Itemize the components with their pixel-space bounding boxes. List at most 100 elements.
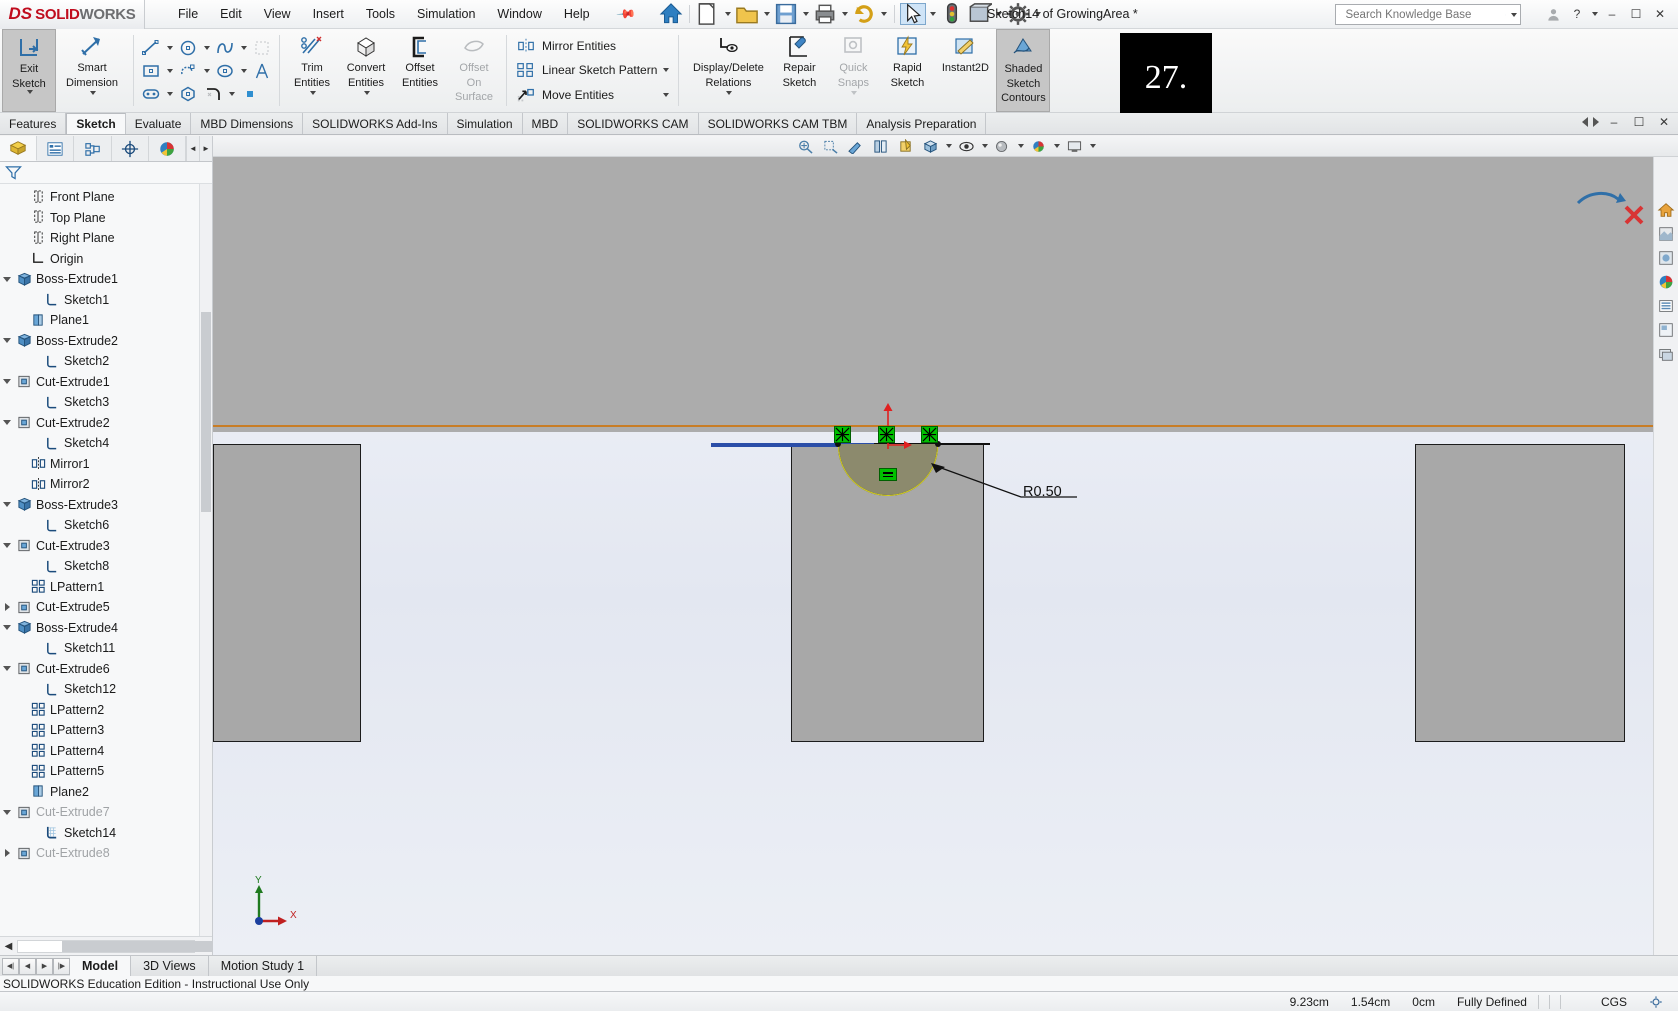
tree-node-right plane[interactable]: Right Plane — [0, 228, 212, 249]
straight-slot-dropdown[interactable] — [164, 83, 175, 105]
maximize-icon[interactable]: ☐ — [1626, 4, 1646, 24]
hide-show-dropdown[interactable] — [980, 137, 990, 156]
smart-dimension-dropdown[interactable] — [89, 91, 96, 109]
menu-tools[interactable]: Tools — [355, 3, 406, 25]
tree-node-boss-extrude2[interactable]: Boss-Extrude2 — [0, 331, 212, 352]
custom-views-icon[interactable] — [1656, 319, 1677, 340]
circle-icon[interactable] — [176, 37, 200, 59]
exit-sketch-dropdown[interactable] — [26, 90, 33, 108]
open-document-icon[interactable] — [734, 3, 760, 25]
trim-entities-dropdown[interactable] — [309, 91, 316, 109]
first-record-icon[interactable]: ◀| — [2, 957, 19, 975]
filter-funnel-icon[interactable] — [5, 165, 22, 181]
tree-node-sketch6[interactable]: Sketch6 — [0, 515, 212, 536]
fm-collapse-left-icon[interactable]: ◄ — [186, 136, 199, 161]
spline-icon[interactable] — [213, 37, 237, 59]
chevron-down-icon[interactable] — [0, 276, 14, 282]
tree-node-mirror2[interactable]: Mirror2 — [0, 474, 212, 495]
display-style-dropdown[interactable] — [944, 137, 954, 156]
select-arrow-icon[interactable] — [900, 3, 927, 25]
hscroll-track[interactable] — [17, 939, 327, 953]
section-view-icon[interactable] — [869, 137, 893, 156]
chevron-down-icon[interactable] — [0, 338, 14, 344]
shaded-sketch-contours-button[interactable]: Shaded Sketch Contours — [996, 29, 1051, 112]
tree-node-lpattern4[interactable]: LPattern4 — [0, 741, 212, 762]
exit-sketch-button[interactable]: Exit Sketch — [2, 29, 56, 112]
ellipse-icon[interactable] — [213, 60, 237, 82]
tree-node-plane2[interactable]: Plane2 — [0, 782, 212, 803]
tree-node-cut-extrude6[interactable]: Cut-Extrude6 — [0, 659, 212, 680]
view-home-icon[interactable] — [1656, 199, 1677, 220]
tree-node-boss-extrude3[interactable]: Boss-Extrude3 — [0, 495, 212, 516]
print-icon[interactable] — [812, 3, 838, 25]
tree-node-boss-extrude4[interactable]: Boss-Extrude4 — [0, 618, 212, 639]
bottom-tab-motion-study-1[interactable]: Motion Study 1 — [209, 956, 318, 976]
repair-sketch-button[interactable]: Repair Sketch — [772, 29, 826, 112]
tree-node-cut-extrude3[interactable]: Cut-Extrude3 — [0, 536, 212, 557]
display-manager-tab[interactable] — [149, 136, 187, 161]
feature-tree[interactable]: Front Plane Top Plane Right Plane Origin Bos… — [0, 184, 212, 936]
slot-arc-icon[interactable] — [176, 60, 200, 82]
select-dropdown[interactable] — [927, 3, 938, 25]
linear-sketch-pattern-dropdown[interactable] — [663, 68, 670, 73]
circle-dropdown[interactable] — [201, 37, 212, 59]
feature-tree-tab[interactable] — [0, 136, 38, 161]
next-record-icon[interactable]: ▶ — [36, 957, 53, 975]
measure-icon[interactable] — [939, 3, 965, 25]
tab-analysis-preparation[interactable]: Analysis Preparation — [857, 113, 987, 134]
menu-file[interactable]: File — [167, 3, 209, 25]
new-document-dropdown[interactable] — [722, 3, 733, 25]
tree-node-cut-extrude8[interactable]: Cut-Extrude8 — [0, 843, 212, 864]
tree-node-sketch3[interactable]: Sketch3 — [0, 392, 212, 413]
line-dropdown[interactable] — [164, 37, 175, 59]
instant2d-button[interactable]: Instant2D — [934, 29, 996, 112]
fm-collapse-right-icon[interactable]: ► — [199, 136, 212, 161]
view-orientation-icon[interactable] — [894, 137, 918, 156]
convert-entities-dropdown[interactable] — [363, 91, 370, 109]
property-manager-tab[interactable] — [37, 136, 75, 161]
tree-node-sketch12[interactable]: Sketch12 — [0, 679, 212, 700]
chevron-right-icon[interactable] — [0, 849, 14, 858]
decals-icon[interactable] — [1656, 271, 1677, 292]
tree-node-cut-extrude2[interactable]: Cut-Extrude2 — [0, 413, 212, 434]
tab-features[interactable]: Features — [0, 113, 67, 134]
search-knowledge-base[interactable] — [1335, 4, 1521, 25]
zoom-to-area-icon[interactable] — [819, 137, 843, 156]
tree-node-cut-extrude1[interactable]: Cut-Extrude1 — [0, 372, 212, 393]
equal-relation-glyph[interactable] — [879, 468, 897, 481]
trim-entities-button[interactable]: Trim Entities — [285, 29, 339, 112]
spline-dropdown[interactable] — [238, 37, 249, 59]
coincident-relation-glyph[interactable] — [834, 426, 851, 443]
edit-appearance-dropdown[interactable] — [1016, 137, 1026, 156]
status-units[interactable]: CGS — [1561, 993, 1638, 1011]
slot-arc-dropdown[interactable] — [201, 60, 212, 82]
tree-node-lpattern5[interactable]: LPattern5 — [0, 761, 212, 782]
menu-edit[interactable]: Edit — [209, 3, 253, 25]
scenes-icon[interactable] — [1656, 247, 1677, 268]
doc-restore-icon[interactable]: ☐ — [1629, 112, 1649, 132]
rapid-sketch-button[interactable]: Rapid Sketch — [880, 29, 934, 112]
new-document-icon[interactable] — [695, 3, 721, 25]
tree-node-plane1[interactable]: Plane1 — [0, 310, 212, 331]
scroll-left-icon[interactable] — [1582, 117, 1588, 127]
rectangle-dropdown[interactable] — [164, 60, 175, 82]
move-entities-button[interactable]: Move Entities — [512, 84, 673, 106]
tab-solidworks-cam-tbm[interactable]: SOLIDWORKS CAM TBM — [699, 113, 858, 134]
doc-close-icon[interactable]: ✕ — [1654, 112, 1674, 132]
previous-record-icon[interactable]: ◀ — [19, 957, 36, 975]
menu-view[interactable]: View — [253, 3, 302, 25]
scroll-right-icon[interactable] — [1593, 117, 1599, 127]
dimxpert-manager-tab[interactable] — [112, 136, 149, 161]
tree-node-sketch14[interactable]: Sketch14 — [0, 823, 212, 844]
point-icon[interactable] — [238, 83, 262, 105]
tree-node-sketch2[interactable]: Sketch2 — [0, 351, 212, 372]
menu-help[interactable]: Help — [553, 3, 601, 25]
user-account-icon[interactable] — [1543, 4, 1563, 24]
chevron-down-icon[interactable] — [0, 809, 14, 815]
appearances-icon[interactable] — [1656, 223, 1677, 244]
tree-node-sketch4[interactable]: Sketch4 — [0, 433, 212, 454]
rectangle-icon[interactable] — [139, 60, 163, 82]
fillet-dropdown[interactable] — [226, 83, 237, 105]
model-canvas[interactable]: R0.50 Y X — [213, 157, 1678, 955]
close-icon[interactable]: ✕ — [1650, 4, 1670, 24]
